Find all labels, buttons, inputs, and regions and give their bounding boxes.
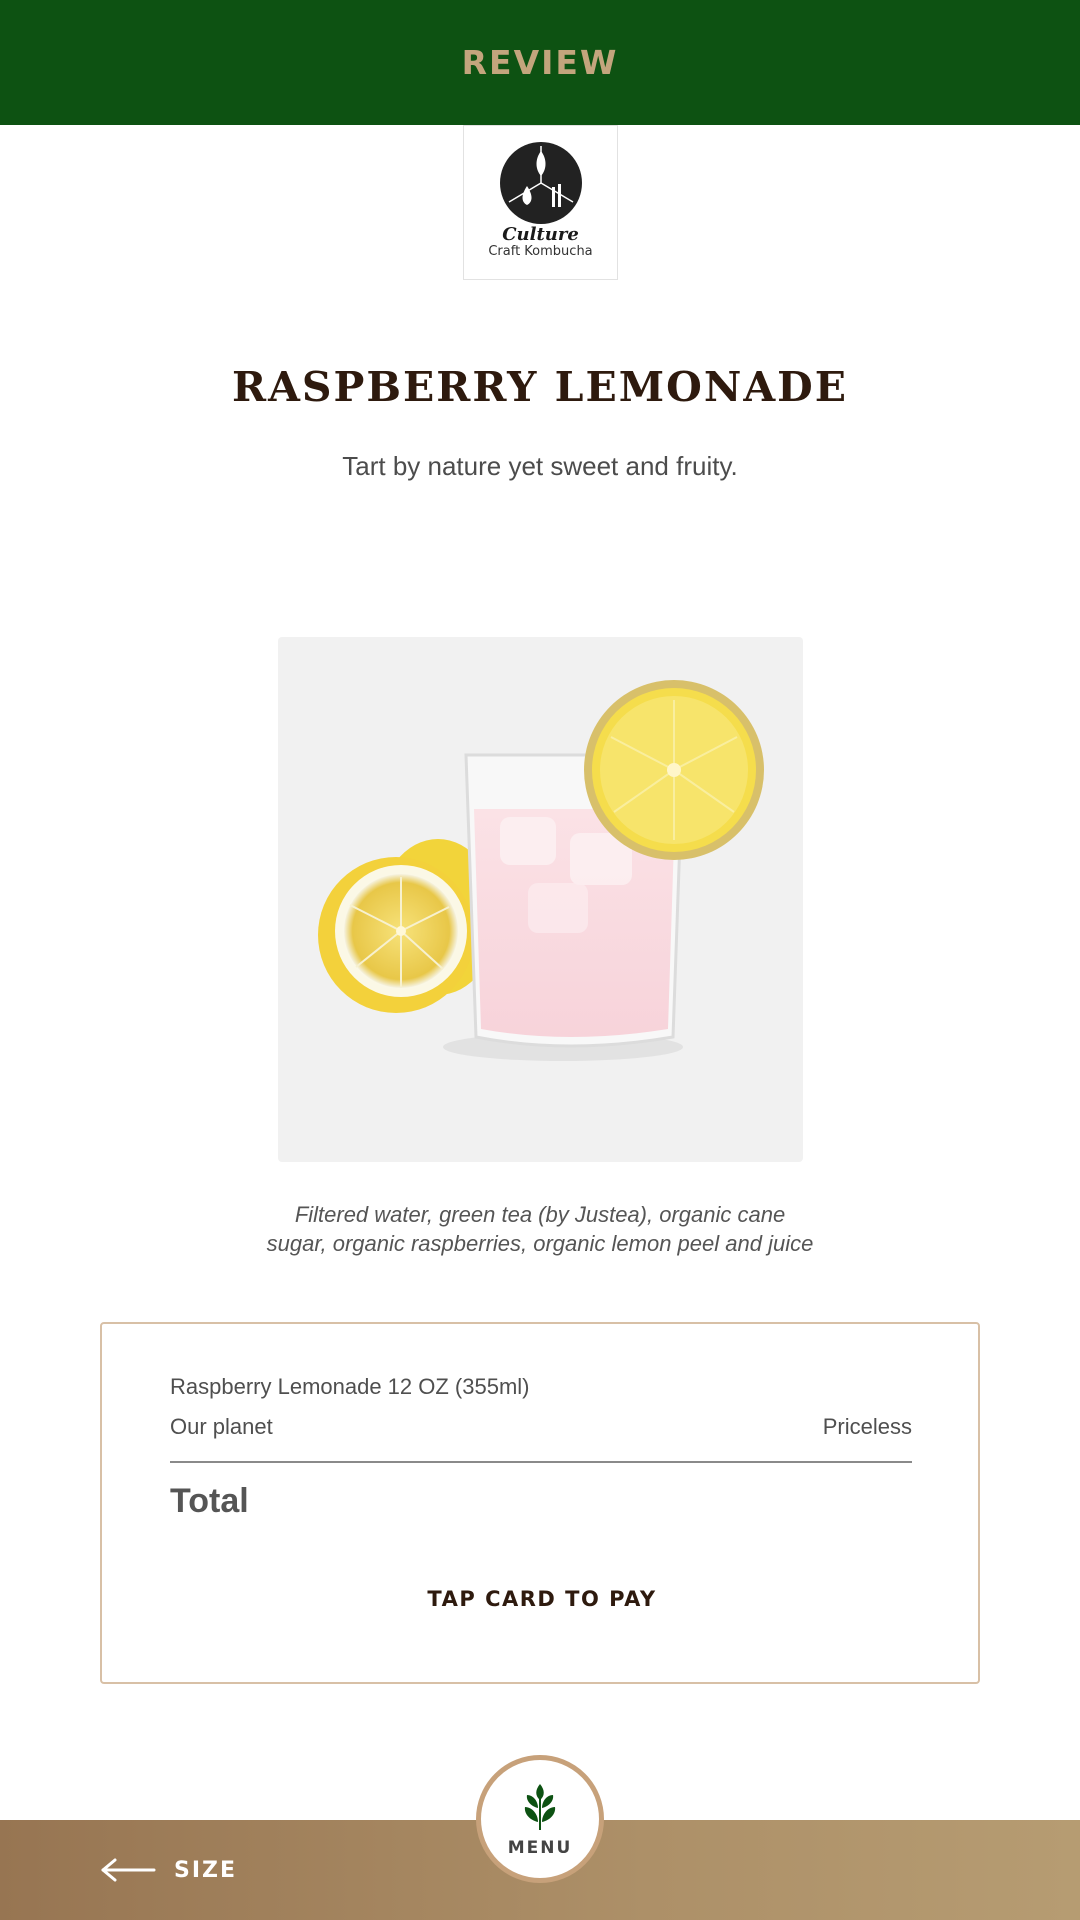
back-to-size-button[interactable]: SIZE (100, 1848, 237, 1892)
tap-card-to-pay-button[interactable]: TAP CARD TO PAY (382, 1574, 702, 1624)
line-item-name: Raspberry Lemonade 12 OZ (355ml) (170, 1374, 530, 1399)
logo-name: Culture (502, 224, 579, 245)
brand-logo: Culture Craft Kombucha (463, 125, 618, 280)
page-title: REVIEW (461, 43, 619, 82)
order-summary-card: Raspberry Lemonade 12 OZ (355ml) Our pla… (100, 1322, 980, 1684)
product-image (278, 637, 803, 1162)
product-tagline: Tart by nature yet sweet and fruity. (342, 451, 738, 481)
header-bar: REVIEW (0, 0, 1080, 125)
wheat-drop-cane-logo-icon (499, 142, 582, 224)
arrow-left-icon (101, 1858, 156, 1882)
ingredients-text: Filtered water, green tea (by Justea), o… (266, 1202, 814, 1256)
product-title: RASPBERRY LEMONADE (232, 363, 848, 411)
line-item-row: Our planet Priceless (170, 1414, 912, 1440)
raspberry-lemonade-glass-photo-icon (318, 680, 764, 1061)
total-label: Total (170, 1482, 249, 1520)
divider (170, 1461, 912, 1463)
line-item-label: Our planet (170, 1414, 273, 1439)
line-item-price: Priceless (822, 1414, 912, 1439)
menu-button[interactable]: MENU (476, 1755, 604, 1883)
logo-subtitle: Craft Kombucha (488, 244, 593, 259)
leaf-icon (524, 1784, 556, 1830)
menu-label: MENU (507, 1838, 573, 1858)
back-label: SIZE (174, 1857, 238, 1883)
